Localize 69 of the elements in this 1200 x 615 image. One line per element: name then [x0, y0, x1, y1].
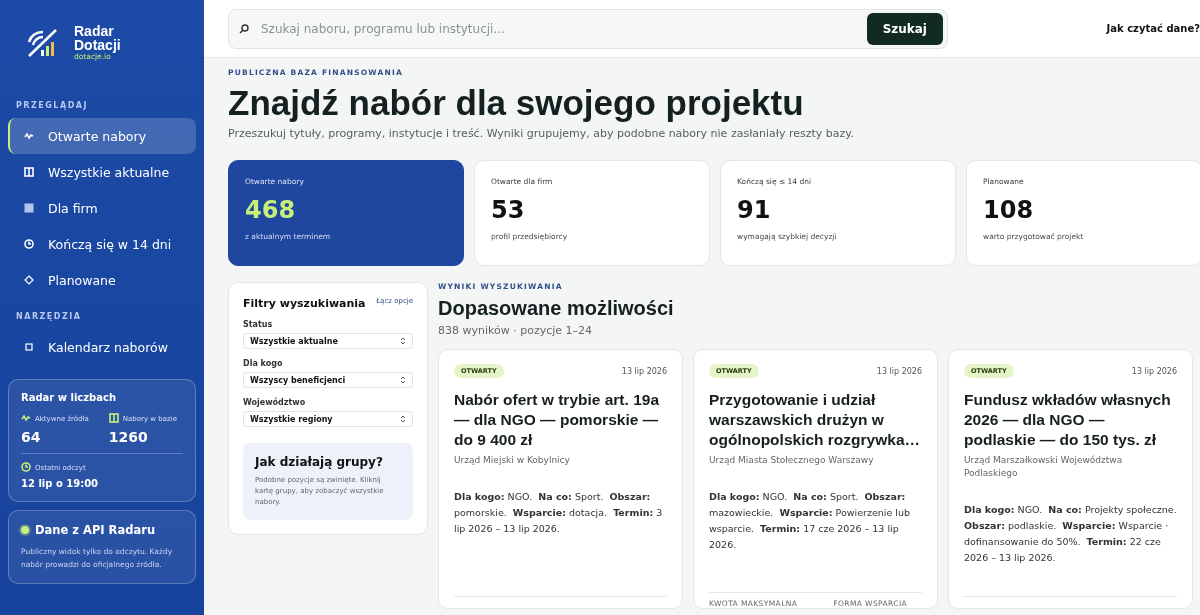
nav-label: Kończą się w 14 dni	[48, 236, 172, 252]
card-institution: Urząd Miejski w Kobylnicy	[454, 454, 571, 467]
columns-icon	[24, 167, 34, 177]
help-link[interactable]: Jak czytać dane?	[1106, 23, 1200, 34]
nav-item[interactable]: Kalendarz naborów	[8, 329, 196, 365]
section-heading: NARZĘDZIA	[15, 312, 83, 321]
card-title: Fundusz wkładów własnych 2026 — dla NGO — podlaskie — do 150 tys. zł	[964, 390, 1172, 450]
columns-icon	[108, 413, 119, 423]
clock-icon	[21, 462, 31, 472]
result-card[interactable]	[438, 349, 683, 609]
card-details: Dla kogo: NGO. Na co: Sport. Obszar: pomorskie. Wsparcie: dotacja. Termin: 3 lip 2026 – 13 lip 2026.	[454, 490, 664, 536]
result-card[interactable]	[948, 349, 1193, 609]
select-field[interactable]: Wszystkie regiony	[243, 411, 413, 427]
card-date: 13 lip 2026	[876, 366, 922, 376]
brand-name: Dotacji	[74, 38, 121, 52]
card-title: Nabór ofert w trybie art. 19a — dla NGO — pomorskie — do 9 400 zł	[454, 390, 661, 450]
pulse-icon	[21, 413, 31, 423]
card-details: Dla kogo: NGO. Na co: Projekty społeczne. Obszar: podlaskie. Wsparcie: Wsparcie · dofinansowanie do 50%. Termin: 22 cze 2026 – 13 lip 2026.	[964, 503, 1177, 565]
nav-label: Otwarte nabory	[48, 128, 147, 144]
nav-item[interactable]: Wszystkie aktualne	[8, 154, 196, 190]
pulse-icon	[24, 131, 34, 141]
chevrons-icon	[400, 415, 406, 423]
card-institution: Urząd Miasta Stołecznego Warszawy	[709, 454, 875, 467]
card-date: 13 lip 2026	[621, 366, 667, 376]
panel-title: Dane z API Radaru	[35, 523, 156, 537]
search-icon	[239, 23, 249, 34]
nav-item[interactable]: Dla firm	[8, 190, 196, 226]
panel-title: Filtry wyszukiwania	[243, 297, 366, 310]
stat-value: 1260	[108, 429, 149, 445]
card-date: 13 lip 2026	[1131, 366, 1177, 376]
select-field[interactable]: Wszystkie aktualne	[243, 333, 413, 349]
stat-value: 91	[737, 196, 772, 224]
field-label: Województwo	[243, 398, 307, 407]
square-icon	[24, 342, 34, 352]
search-field[interactable]: Szukaj naboru, programu lub instytucji... Szukaj	[228, 8, 948, 49]
card-institution: Urząd Marszałkowski Województwa Podlaskiego	[964, 454, 1124, 480]
square-icon	[24, 203, 34, 213]
diamond-icon	[24, 275, 34, 285]
nav-label: Kalendarz naborów	[48, 339, 168, 355]
panel-title: Radar w liczbach	[21, 392, 118, 403]
stat-value: 12 lip o 19:00	[21, 478, 100, 489]
chevrons-icon	[400, 337, 406, 345]
nav-item[interactable]: Planowane	[8, 262, 196, 298]
stat-value: 64	[21, 429, 42, 445]
info-title: Jak działają grupy?	[255, 455, 384, 469]
nav-label: Dla firm	[48, 200, 98, 216]
search-button[interactable]: Szukaj	[866, 12, 943, 45]
page-title: Znajdź nabór dla swojego projektu	[228, 83, 805, 123]
stat-value: 468	[245, 196, 297, 224]
card-title: Przygotowanie i udział warszawskich drużyn w ogólnopolskich rozgrywka…	[709, 390, 921, 450]
section-heading: PRZEGLĄDAJ	[15, 101, 89, 110]
nav-item[interactable]: Kończą się w 14 dni	[8, 226, 196, 262]
field-label: Status	[243, 320, 274, 329]
section-title: Dopasowane możliwości	[438, 297, 675, 320]
result-card[interactable]	[693, 349, 938, 609]
field-label: Dla kogo	[243, 359, 284, 368]
stat-value: 108	[983, 196, 1035, 224]
brand-name: Radar	[74, 24, 115, 38]
card-details: Dla kogo: NGO. Na co: Sport. Obszar: mazowieckie. Wsparcie: Powierzenie lub wsparcie. Termin: 17 cze 2026 – 13 lip 2026.	[709, 490, 911, 552]
chevrons-icon	[400, 376, 406, 384]
nav-label: Wszystkie aktualne	[48, 164, 170, 180]
nav-label: Planowane	[48, 272, 116, 288]
stat-value: 53	[491, 196, 526, 224]
page-subtitle: Przeszukuj tytuły, programy, instytucje i treść. Wyniki grupujemy, aby podobne nabory nie zasłaniały reszty bazy.	[228, 127, 855, 140]
select-field[interactable]: Wszyscy beneficjenci	[243, 372, 413, 388]
result-count: 838 wyników · pozycje 1–24	[438, 324, 594, 337]
status-dot	[21, 526, 29, 534]
clock-icon	[24, 239, 34, 249]
nav-item[interactable]: Otwarte nabory	[8, 118, 196, 154]
